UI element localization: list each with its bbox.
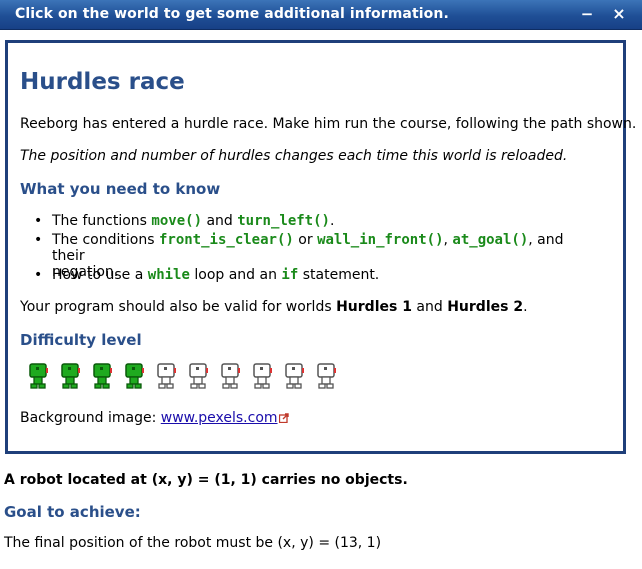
difficulty-rating [27,362,347,392]
background-credit: Background image: www.pexels.com [20,410,289,426]
code-while: while [147,267,190,283]
robot-icon-filled [29,363,48,389]
section-heading-need: What you need to know [20,180,221,198]
external-link-icon [278,413,289,423]
code-front-is-clear: front_is_clear() [158,232,294,248]
list-item: How to use a while loop and an if statem… [20,267,600,286]
robot-icon-empty [189,363,208,389]
note-text: The position and number of hurdles chang… [20,148,568,164]
robot-icon-empty [221,363,240,389]
code-wall-in-front: wall_in_front() [317,232,444,248]
valid-worlds-text: Your program should also be valid for wo… [20,299,528,315]
robot-icon-empty [285,363,304,389]
world-title: Hurdles race [20,69,185,95]
world-name-hurdles-1: Hurdles 1 [336,299,412,315]
code-move: move() [151,213,202,229]
world-name-hurdles-2: Hurdles 2 [447,299,524,315]
goal-text: The final position of the robot must be … [4,535,382,551]
pexels-link[interactable]: www.pexels.com [161,410,278,426]
minimize-button[interactable]: − [577,4,597,24]
intro-text: Reeborg has entered a hurdle race. Make … [20,116,637,132]
dialog-title: Click on the world to get some additiona… [15,6,449,22]
robot-icon-filled [125,363,144,389]
close-button[interactable]: × [609,4,629,24]
list-item: The functions move() and turn_left(). [20,213,600,232]
world-description-panel: Hurdles race Reeborg has entered a hurdl… [5,40,636,454]
code-turn-left: turn_left() [237,213,330,229]
robot-icon-empty [253,363,272,389]
requirements-list: The functions move() and turn_left(). Th… [20,213,600,286]
code-at-goal: at_goal() [452,232,529,248]
robot-icon-empty [157,363,176,389]
section-heading-difficulty: Difficulty level [20,331,142,349]
robot-icon-empty [317,363,336,389]
robot-icon-filled [93,363,112,389]
code-if: if [281,267,299,283]
goal-heading: Goal to achieve: [4,503,141,521]
robot-info-text: A robot located at (x, y) = (1, 1) carri… [4,472,408,488]
list-item: The conditions front_is_clear() or wall_… [20,232,600,280]
robot-icon-filled [61,363,80,389]
dialog-titlebar[interactable]: Click on the world to get some additiona… [0,0,642,30]
